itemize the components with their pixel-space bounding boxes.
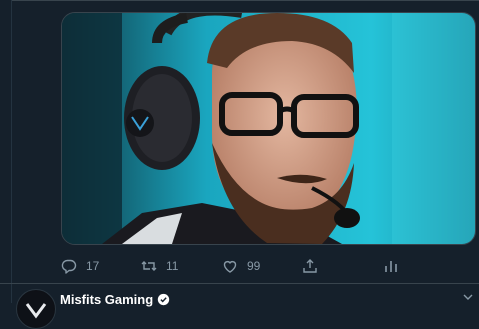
analytics-icon: [385, 261, 397, 272]
author-name[interactable]: Misfits Gaming: [60, 292, 153, 307]
retweet-button[interactable]: 11: [141, 256, 178, 276]
share-icon: [303, 259, 317, 273]
verified-badge-icon: [158, 293, 170, 306]
reply-button[interactable]: 17: [61, 256, 99, 276]
like-button[interactable]: 99: [222, 256, 260, 276]
chevron-down-icon[interactable]: [462, 291, 474, 303]
reply-icon: [61, 259, 77, 274]
analytics-button[interactable]: [383, 256, 399, 276]
tweet-actions: 17 11 99: [61, 256, 466, 276]
tweet[interactable]: 17 11 99 Misfits Gaming: [0, 0, 479, 329]
share-button[interactable]: [302, 256, 318, 276]
top-divider: [12, 0, 479, 1]
tweet-media-image[interactable]: [61, 12, 476, 245]
misfits-logo-icon: [18, 291, 54, 327]
tweet-divider: [0, 283, 479, 284]
retweet-icon: [141, 261, 157, 271]
player-photo: [62, 13, 475, 244]
next-tweet[interactable]: Misfits Gaming: [0, 283, 479, 329]
retweet-count: 11: [166, 259, 179, 273]
avatar[interactable]: [16, 289, 56, 329]
author: Misfits Gaming: [60, 292, 170, 307]
heart-icon: [223, 260, 237, 273]
like-count: 99: [247, 259, 261, 273]
reply-count: 17: [86, 259, 100, 273]
